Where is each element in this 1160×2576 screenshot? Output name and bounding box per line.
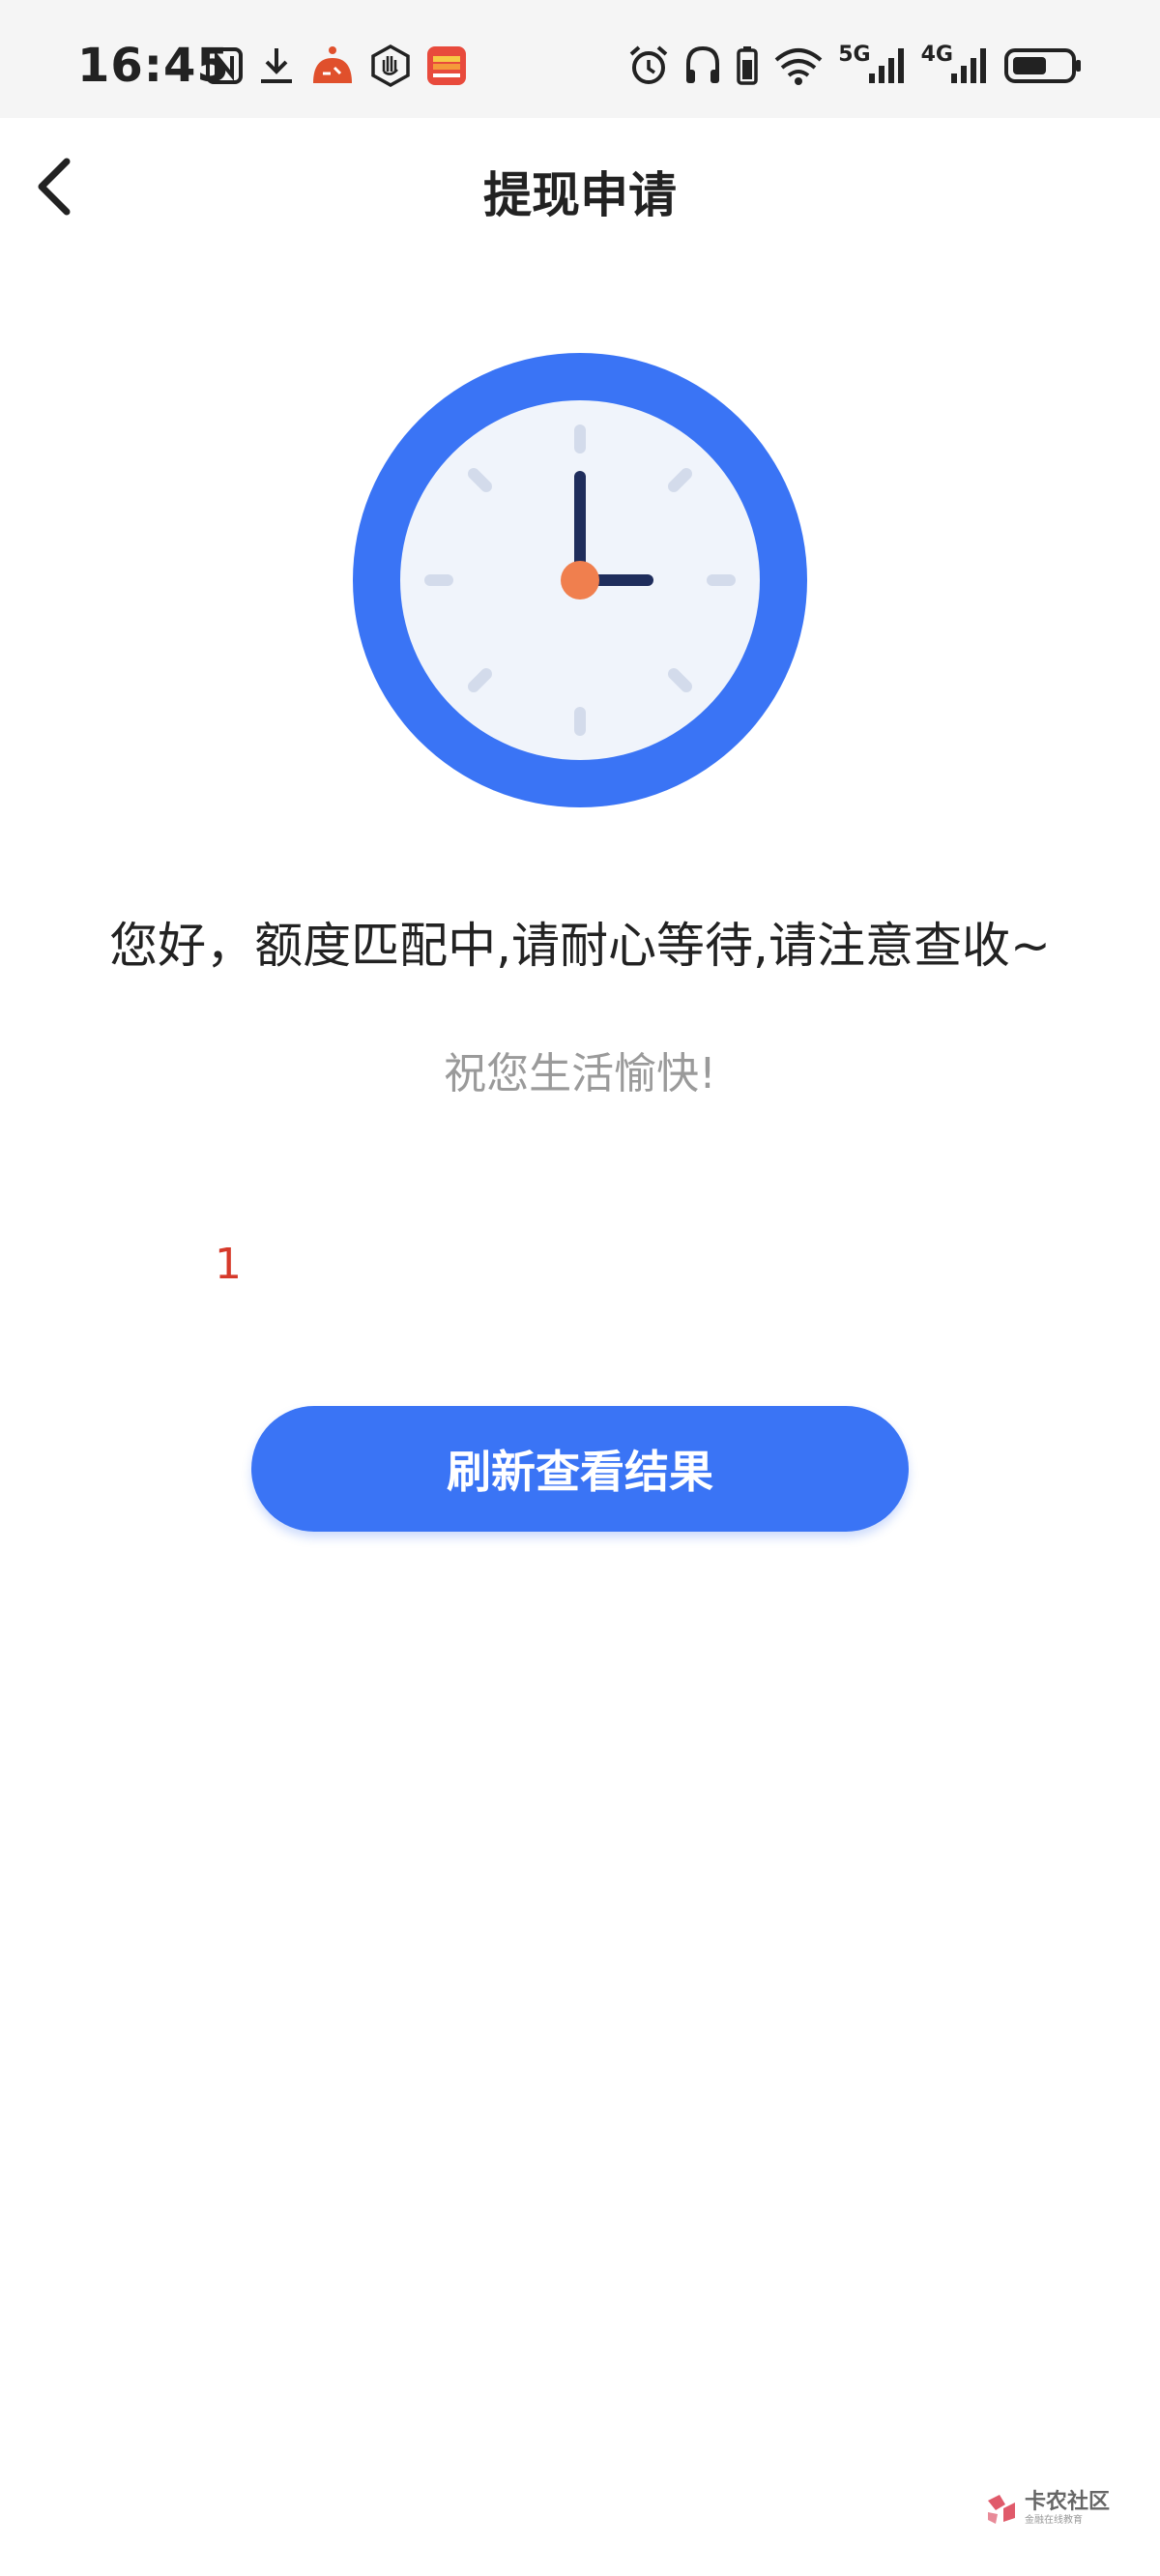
network-5g-label: 5G: [838, 42, 871, 67]
nav-bar: 提现申请: [0, 118, 1160, 259]
status-left-icons: [205, 43, 468, 89]
wallet-app-icon: [425, 43, 468, 89]
status-right-icons: 5G 4G: [627, 43, 1083, 89]
refresh-result-button[interactable]: 刷新查看结果: [251, 1406, 909, 1532]
watermark-sub-text: 金融在线教育: [1025, 2514, 1083, 2526]
network-4g-label: 4G: [920, 42, 953, 67]
page-title: 提现申请: [483, 167, 677, 223]
wifi-icon: [772, 43, 825, 89]
signal-4g-icon: 4G: [921, 43, 990, 89]
download-icon: [257, 43, 296, 89]
status-bar: 16:45 5G 4G: [0, 0, 1160, 118]
headphones-icon: [683, 43, 722, 89]
signal-5g-icon: 5G: [838, 43, 907, 89]
counter-value: 1: [215, 1240, 242, 1289]
battery-icon: [1003, 43, 1083, 89]
hand-shield-icon: [369, 43, 412, 89]
sub-message: 祝您生活愉快!: [444, 1049, 716, 1098]
battery-small-icon: [736, 43, 759, 89]
main-message: 您好，额度匹配中,请耐心等待,请注意查收~: [109, 918, 1051, 974]
alarm-icon: [627, 43, 670, 89]
clock-icon: [353, 353, 807, 807]
watermark-logo-icon: [988, 2495, 1015, 2524]
watermark: 卡农社区 金融在线教育: [984, 2491, 1110, 2526]
app-notification-icon: [309, 43, 356, 89]
nfc-icon: [205, 43, 244, 89]
watermark-main-text: 卡农社区: [1025, 2489, 1111, 2514]
